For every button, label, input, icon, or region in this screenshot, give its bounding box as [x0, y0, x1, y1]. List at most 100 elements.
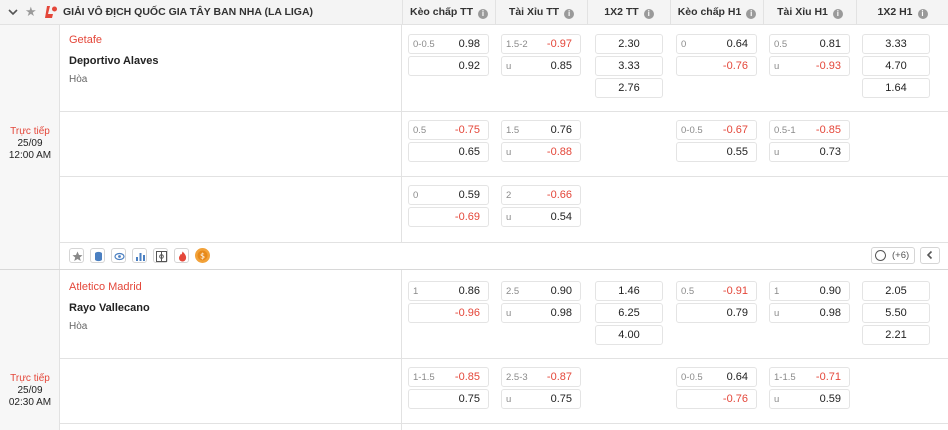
soccer-ball-icon — [875, 250, 886, 261]
league-header: ★ GIẢI VÔ ĐỊCH QUỐC GIA TÂY BAN NHA (LA … — [0, 0, 948, 25]
col-header-hdp-ft: Kèo chấp TT i — [402, 0, 495, 25]
odds-value: -0.96 — [454, 307, 480, 319]
odds-value: 4.70 — [885, 60, 907, 72]
odds-line-label: 0-0.5 — [681, 372, 703, 383]
row-divider — [60, 423, 948, 424]
over-h1-odds[interactable]: 1 0.90 — [769, 281, 850, 301]
info-icon[interactable]: i — [746, 9, 757, 19]
1x2-h1-odds[interactable]: 4.70 — [862, 56, 930, 76]
away-team[interactable]: Rayo Vallecano — [69, 302, 150, 314]
odds-value: 0.64 — [726, 38, 748, 50]
collapse-button[interactable] — [920, 247, 940, 264]
odds-value: 4.00 — [618, 329, 640, 341]
1x2-odds[interactable]: 2.30 — [595, 34, 663, 54]
odds-line-label: 0 — [413, 190, 419, 201]
over-odds[interactable]: 2.5 0.90 — [501, 281, 581, 301]
handicap-h1-away-odds[interactable]: -0.76 — [676, 389, 757, 409]
handicap-away-odds[interactable]: 0.75 — [408, 389, 489, 409]
coin-icon[interactable]: $ — [194, 247, 211, 264]
lineup-icon[interactable] — [153, 248, 168, 263]
handicap-h1-home-odds[interactable]: 0 0.64 — [676, 34, 757, 54]
handicap-h1-home-odds[interactable]: 0-0.5 -0.67 — [676, 120, 757, 140]
over-h1-odds[interactable]: 0.5 0.81 — [769, 34, 850, 54]
fire-icon[interactable] — [174, 248, 189, 263]
1x2-h1-odds[interactable]: 2.21 — [862, 325, 930, 345]
handicap-home-odds[interactable]: 0.5 -0.75 — [408, 120, 489, 140]
1x2-h1-odds[interactable]: 5.50 — [862, 303, 930, 323]
1x2-odds[interactable]: 6.25 — [595, 303, 663, 323]
under-h1-odds[interactable]: u -0.93 — [769, 56, 850, 76]
over-odds[interactable]: 1.5-2 -0.97 — [501, 34, 581, 54]
col-header-hdp-h1: Kèo chấp H1 i — [670, 0, 763, 25]
odds-line-label: 2.5 — [506, 286, 520, 297]
over-odds[interactable]: 2 -0.66 — [501, 185, 581, 205]
over-odds[interactable]: 2.5-3 -0.87 — [501, 367, 581, 387]
odds-value: 0.85 — [550, 60, 572, 72]
odds-value: -0.87 — [546, 371, 572, 383]
info-icon[interactable]: i — [643, 9, 654, 19]
handicap-h1-home-odds[interactable]: 0.5 -0.91 — [676, 281, 757, 301]
over-odds[interactable]: 1.5 0.76 — [501, 120, 581, 140]
live-status: Trực tiếp — [10, 126, 50, 137]
1x2-h1-odds[interactable]: 1.64 — [862, 78, 930, 98]
match-time-cell: Trực tiếp 25/09 02:30 AM — [0, 270, 60, 430]
chevron-down-icon[interactable] — [8, 6, 18, 18]
odds-value: -0.67 — [722, 124, 748, 136]
handicap-h1-home-odds[interactable]: 0-0.5 0.64 — [676, 367, 757, 387]
more-markets-button[interactable]: (+6) — [871, 247, 915, 264]
handicap-home-odds[interactable]: 0 0.59 — [408, 185, 489, 205]
database-icon[interactable] — [90, 248, 105, 263]
under-h1-odds[interactable]: u 0.73 — [769, 142, 850, 162]
1x2-odds[interactable]: 4.00 — [595, 325, 663, 345]
more-markets-count: (+6) — [892, 250, 910, 261]
handicap-away-odds[interactable]: -0.96 — [408, 303, 489, 323]
1x2-odds[interactable]: 1.46 — [595, 281, 663, 301]
info-icon[interactable]: i — [832, 9, 843, 19]
home-team[interactable]: Atletico Madrid — [69, 281, 142, 293]
info-icon[interactable]: i — [478, 9, 488, 19]
col-header-ou-h1: Tài Xỉu H1 i — [763, 0, 856, 25]
col-header-label: Tài Xỉu TT — [508, 6, 560, 18]
info-icon[interactable]: i — [564, 9, 575, 19]
favorite-star-icon[interactable] — [69, 248, 84, 263]
handicap-away-odds[interactable]: 0.65 — [408, 142, 489, 162]
odds-value: 0.92 — [458, 60, 480, 72]
handicap-home-odds[interactable]: 1 0.86 — [408, 281, 489, 301]
1x2-odds[interactable]: 3.33 — [595, 56, 663, 76]
under-h1-odds[interactable]: u 0.59 — [769, 389, 850, 409]
row-divider — [60, 358, 948, 359]
handicap-h1-away-odds[interactable]: -0.76 — [676, 56, 757, 76]
under-odds[interactable]: u 0.85 — [501, 56, 581, 76]
odds-line-label: 0-0.5 — [681, 125, 703, 136]
odds-line-label: u — [774, 61, 780, 72]
match-time-cell: Trực tiếp 25/09 12:00 AM — [0, 25, 60, 270]
under-odds[interactable]: u 0.54 — [501, 207, 581, 227]
1x2-h1-odds[interactable]: 3.33 — [862, 34, 930, 54]
handicap-h1-away-odds[interactable]: 0.55 — [676, 142, 757, 162]
odds-line-label: 0.5 — [774, 39, 788, 50]
odds-value: 3.33 — [885, 38, 907, 50]
eye-icon[interactable] — [111, 248, 126, 263]
handicap-home-odds[interactable]: 1-1.5 -0.85 — [408, 367, 489, 387]
under-odds[interactable]: u -0.88 — [501, 142, 581, 162]
home-team[interactable]: Getafe — [69, 34, 102, 46]
under-odds[interactable]: u 0.98 — [501, 303, 581, 323]
over-h1-odds[interactable]: 1-1.5 -0.71 — [769, 367, 850, 387]
away-team[interactable]: Deportivo Alaves — [69, 55, 158, 67]
over-h1-odds[interactable]: 0.5-1 -0.85 — [769, 120, 850, 140]
league-title: GIẢI VÔ ĐỊCH QUỐC GIA TÂY BAN NHA (LA LI… — [63, 6, 314, 18]
col-header-label: Tài Xỉu H1 — [777, 6, 828, 18]
handicap-away-odds[interactable]: -0.69 — [408, 207, 489, 227]
1x2-h1-odds[interactable]: 2.05 — [862, 281, 930, 301]
odds-value: -0.76 — [722, 393, 748, 405]
odds-value: 2.05 — [885, 285, 907, 297]
handicap-h1-away-odds[interactable]: 0.79 — [676, 303, 757, 323]
handicap-away-odds[interactable]: 0.92 — [408, 56, 489, 76]
under-odds[interactable]: u 0.75 — [501, 389, 581, 409]
1x2-odds[interactable]: 2.76 — [595, 78, 663, 98]
bar-chart-icon[interactable] — [132, 248, 147, 263]
star-icon[interactable]: ★ — [25, 4, 37, 20]
handicap-home-odds[interactable]: 0-0.5 0.98 — [408, 34, 489, 54]
odds-value: -0.75 — [454, 124, 480, 136]
under-h1-odds[interactable]: u 0.98 — [769, 303, 850, 323]
